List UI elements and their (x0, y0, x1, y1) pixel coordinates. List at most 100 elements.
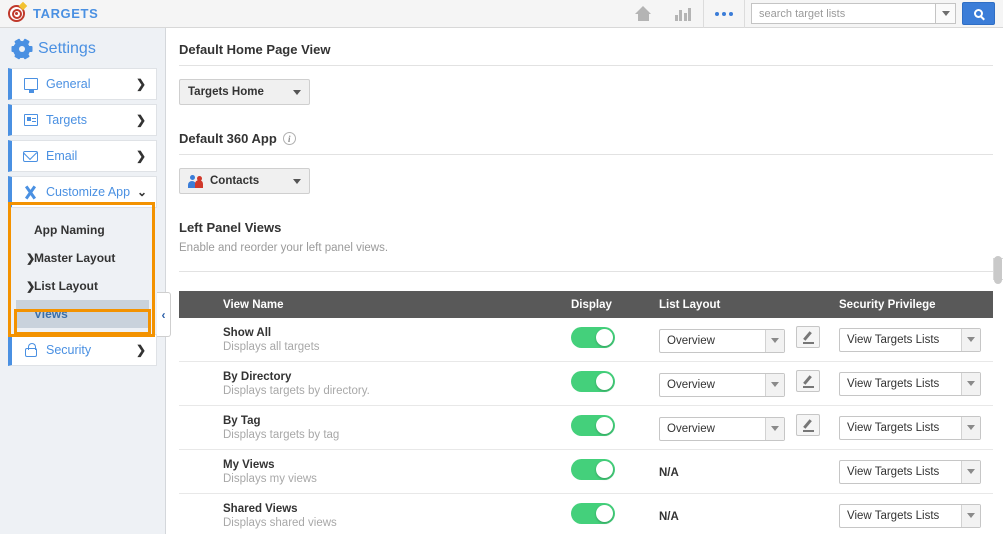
select-value: View Targets Lists (847, 333, 940, 346)
pencil-icon (802, 374, 815, 388)
security-privilege-cell: View Targets Lists (839, 415, 993, 440)
sidebar-item-security[interactable]: Security ❯ (8, 334, 157, 366)
display-toggle[interactable] (571, 414, 615, 436)
sidebar-subitem-list-layout[interactable]: ❯ List Layout (16, 272, 149, 300)
search-input-wrapper[interactable] (751, 3, 935, 24)
view-description: Displays my views (223, 472, 317, 485)
list-layout-cell: Overview (659, 370, 839, 397)
select-value: Overview (667, 378, 715, 391)
security-privilege-select[interactable]: View Targets Lists (839, 503, 981, 528)
chevron-down-icon[interactable] (961, 328, 980, 351)
chevron-down-icon[interactable] (961, 504, 980, 527)
security-privilege-select[interactable]: View Targets Lists (839, 327, 981, 352)
select-value: View Targets Lists (847, 421, 940, 434)
divider (744, 0, 745, 28)
top-bar-actions (623, 0, 1003, 28)
chevron-down-icon[interactable] (765, 373, 784, 396)
chevron-right-icon: ❯ (26, 252, 36, 265)
list-layout-value: N/A (659, 510, 679, 523)
sidebar-subitem-label: App Naming (34, 223, 105, 237)
view-name-cell: By Tag Displays targets by tag (223, 415, 571, 441)
section-title-left-panel-views: Left Panel Views (179, 220, 1003, 235)
list-layout-cell: Overview (659, 414, 839, 441)
edit-layout-button[interactable] (796, 414, 821, 437)
chevron-down-icon[interactable] (961, 372, 980, 395)
bullseye-target-icon (7, 1, 28, 23)
sidebar-subitem-master-layout[interactable]: ❯ Master Layout (16, 244, 149, 272)
view-name: Shared Views (223, 502, 298, 515)
sidebar-subitem-views[interactable]: Views (16, 300, 149, 328)
chevron-down-icon[interactable] (765, 329, 784, 352)
view-name: By Tag (223, 414, 261, 427)
sidebar-collapse-handle[interactable]: ‹ (157, 292, 171, 337)
list-layout-cell: N/A (659, 507, 839, 525)
sidebar-item-general[interactable]: General ❯ (8, 68, 157, 100)
table-row: Show All Displays all targets Overview V… (179, 318, 993, 362)
sidebar-item-customize-app[interactable]: Customize App ⌄ (8, 176, 157, 208)
edit-layout-button[interactable] (796, 370, 821, 393)
sidebar-item-email[interactable]: Email ❯ (8, 140, 157, 172)
view-name-cell: Show All Displays all targets (223, 327, 571, 353)
list-layout-select[interactable]: Overview (659, 372, 785, 397)
select-value: View Targets Lists (847, 465, 940, 478)
bar-chart-icon[interactable] (663, 0, 703, 28)
list-layout-select[interactable]: Overview (659, 416, 785, 441)
display-toggle[interactable] (571, 502, 615, 524)
chevron-right-icon: ❯ (135, 343, 146, 357)
display-cell (571, 370, 659, 397)
app-root: TARGETS search target lists Settings Gen… (0, 0, 1003, 534)
display-cell (571, 326, 659, 353)
chevron-down-icon[interactable] (935, 3, 956, 24)
security-privilege-cell: View Targets Lists (839, 371, 993, 396)
pencil-icon (802, 330, 815, 344)
display-cell (571, 502, 659, 529)
security-privilege-select[interactable]: View Targets Lists (839, 371, 981, 396)
sidebar-item-targets[interactable]: Targets ❯ (8, 104, 157, 136)
search-button[interactable] (962, 2, 995, 25)
display-toggle[interactable] (571, 370, 615, 392)
list-layout-select[interactable]: Overview (659, 328, 785, 353)
select-value: Overview (667, 422, 715, 435)
pencil-icon (802, 418, 815, 432)
display-toggle[interactable] (571, 458, 615, 480)
search-input[interactable] (759, 7, 935, 20)
brand[interactable]: TARGETS (0, 1, 99, 23)
chevron-left-icon: ‹ (161, 307, 166, 322)
divider (179, 271, 993, 272)
scrollbar-track[interactable] (993, 28, 1003, 534)
view-name: Show All (223, 326, 272, 339)
sidebar-item-label: Targets (46, 113, 87, 127)
table-row: My Views Displays my views N/A View Targ… (179, 450, 993, 494)
chevron-down-icon[interactable] (961, 460, 980, 483)
sidebar-subitem-app-naming[interactable]: App Naming (16, 216, 149, 244)
page-title: Default Home Page View (179, 42, 331, 57)
lock-icon (22, 342, 39, 357)
chevron-down-icon (293, 89, 301, 95)
brand-name: TARGETS (33, 6, 99, 21)
display-toggle[interactable] (571, 326, 615, 348)
chevron-down-icon[interactable] (765, 417, 784, 440)
info-icon[interactable]: i (282, 132, 296, 145)
chevron-down-icon[interactable] (961, 416, 980, 439)
list-layout-cell: N/A (659, 463, 839, 481)
main-content: Default Home Page View Targets Home Defa… (167, 28, 1003, 534)
sidebar-subitem-label: List Layout (34, 279, 99, 293)
security-privilege-cell: View Targets Lists (839, 503, 993, 528)
security-privilege-select[interactable]: View Targets Lists (839, 459, 981, 484)
home-page-view-dropdown[interactable]: Targets Home (179, 79, 310, 105)
sidebar-title: Settings (38, 40, 96, 57)
section-label: Default 360 App (179, 131, 277, 146)
default-360-app-dropdown[interactable]: Contacts (179, 168, 310, 194)
home-icon[interactable] (623, 0, 663, 28)
chevron-down-icon: ⌄ (136, 185, 147, 199)
scrollbar-thumb[interactable] (994, 256, 1002, 284)
more-dots-icon[interactable] (704, 0, 744, 28)
list-layout-value: N/A (659, 466, 679, 479)
monitor-icon (22, 78, 39, 93)
dropdown-value: Targets Home (188, 86, 264, 98)
list-layout-cell: Overview (659, 326, 839, 353)
column-header-security-privilege: Security Privilege (839, 298, 936, 311)
security-privilege-select[interactable]: View Targets Lists (839, 415, 981, 440)
edit-layout-button[interactable] (796, 326, 821, 349)
sidebar-item-label: General (46, 77, 91, 91)
